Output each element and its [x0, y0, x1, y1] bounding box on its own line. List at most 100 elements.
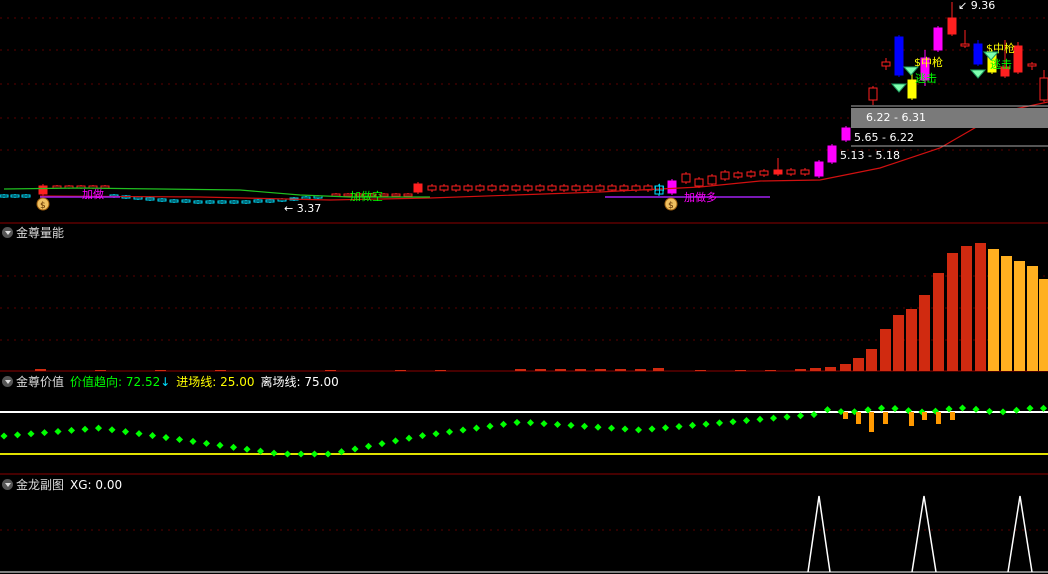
candle-body	[694, 178, 704, 187]
candle-body	[841, 127, 851, 141]
value-dot	[432, 430, 440, 438]
candle	[960, 30, 970, 48]
value-dot	[175, 435, 184, 444]
candle-body	[667, 180, 677, 194]
value-dot	[216, 441, 224, 449]
candle-body	[427, 185, 437, 191]
volume-bar	[947, 253, 958, 371]
middle-signal: 中	[654, 183, 665, 196]
value-dot	[648, 425, 656, 433]
candle-body	[487, 185, 497, 191]
collapse-icon[interactable]	[2, 376, 13, 387]
candle-body	[619, 185, 629, 191]
volume-bar	[880, 329, 891, 371]
value-dot	[580, 422, 589, 430]
value-dot	[715, 419, 724, 427]
candle	[487, 184, 497, 192]
candle	[523, 184, 533, 192]
candle-body	[607, 185, 617, 191]
candle-body	[868, 87, 878, 101]
add-long-signal: 加做多	[684, 190, 717, 204]
candle	[720, 170, 730, 181]
candle-body	[827, 145, 837, 163]
candle	[439, 184, 449, 192]
volume-bar	[95, 370, 106, 371]
zone-label: 6.22 - 6.31	[866, 111, 926, 124]
xg-panel-title: 金龙副图	[16, 478, 65, 492]
candle	[800, 168, 810, 176]
value-panel-title: 金尊价值	[16, 375, 65, 389]
value-panel	[0, 404, 1048, 458]
low-price-label: ← 3.37	[284, 202, 321, 215]
value-bar	[950, 412, 955, 420]
candle	[451, 184, 461, 192]
candle	[595, 184, 605, 192]
candle	[707, 174, 717, 186]
value-bar	[843, 412, 848, 419]
candle-body	[463, 185, 473, 191]
candle	[475, 184, 485, 192]
value-dot	[418, 432, 427, 440]
candle	[773, 158, 783, 176]
volume-bar	[906, 309, 917, 371]
candle	[547, 184, 557, 192]
candle-body	[169, 199, 179, 203]
xg-spike	[911, 495, 937, 573]
candle-body	[1013, 45, 1023, 73]
candle-body	[960, 43, 970, 47]
volume-bar	[933, 273, 944, 371]
candle-body	[265, 199, 275, 203]
value-dot	[742, 416, 751, 425]
candle	[38, 184, 48, 196]
value-dot	[459, 426, 467, 434]
zone-label: 5.13 - 5.18	[840, 149, 900, 162]
candle-body	[241, 200, 251, 204]
candle-body	[451, 185, 461, 191]
candle-body	[475, 185, 485, 191]
candle	[1013, 42, 1023, 74]
add-short-signal: 加做空	[350, 189, 383, 203]
value-dot	[445, 428, 454, 436]
volume-bar	[795, 369, 806, 371]
candle-body	[331, 193, 341, 197]
candle	[571, 184, 581, 192]
xg-spike	[807, 495, 831, 573]
value-bar	[883, 412, 888, 424]
candle-body	[38, 185, 48, 195]
xg-panel	[0, 495, 1048, 573]
candle	[759, 169, 769, 177]
candle	[265, 199, 275, 203]
candle	[499, 184, 509, 192]
value-trend-label: 价值趋向: 72.52	[70, 375, 161, 389]
candle-body	[933, 27, 943, 51]
candle	[463, 184, 473, 192]
money-bag-icon: $	[36, 197, 50, 211]
main-price-panel[interactable]: 6.22 - 6.31 5.65 - 6.22 5.13 - 5.18 ↙ 9.36 ←…	[0, 0, 1048, 475]
candle	[947, 2, 957, 36]
volume-bar	[961, 246, 972, 371]
volume-bar	[735, 370, 746, 371]
value-dot	[472, 424, 481, 432]
value-dot	[796, 412, 805, 420]
money-bag-symbol: $	[668, 201, 674, 211]
value-dot	[67, 426, 76, 434]
jab-signal: 逃击	[990, 58, 1012, 71]
arrow-down-icon: ↓	[160, 375, 171, 389]
candle-body	[523, 185, 533, 191]
volume-panel-header: 金尊量能	[0, 224, 70, 242]
candle-body	[301, 196, 311, 200]
candle-body	[786, 169, 796, 175]
candle	[583, 184, 593, 192]
candle	[181, 199, 191, 203]
volume-bar	[1014, 261, 1025, 371]
collapse-icon[interactable]	[2, 479, 13, 490]
candle-body	[253, 199, 263, 203]
value-dot	[81, 425, 89, 433]
collapse-icon[interactable]	[2, 227, 13, 238]
candle	[1039, 70, 1048, 102]
diamond-icon	[890, 83, 908, 93]
value-dot	[985, 407, 994, 415]
candle-body	[511, 185, 521, 191]
candle-body	[733, 172, 743, 178]
candle	[933, 26, 943, 52]
